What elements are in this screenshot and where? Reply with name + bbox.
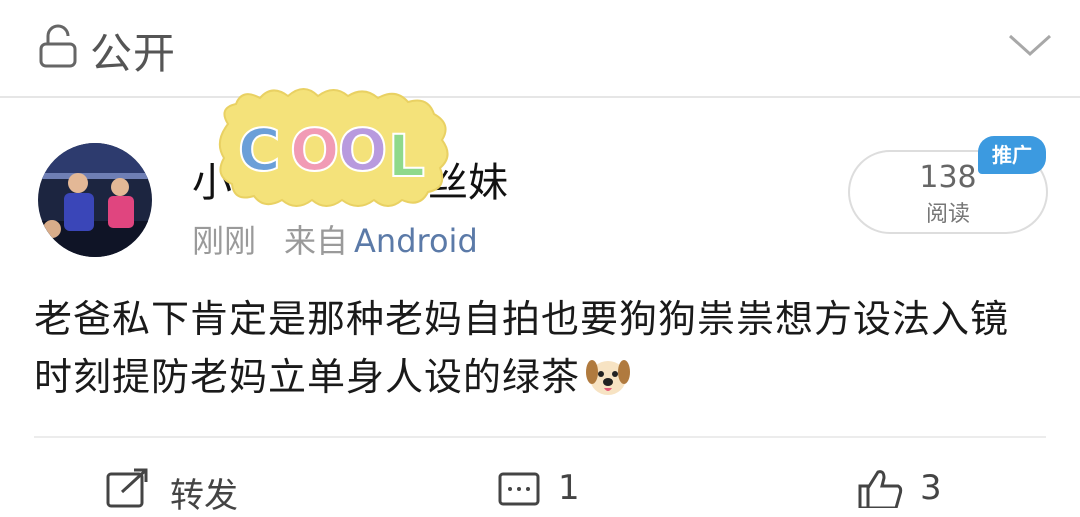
lock-icon [39, 24, 77, 68]
cool-sticker: C O O L [218, 88, 449, 207]
read-label: 阅读 [925, 202, 970, 227]
comment-button[interactable]: 1 [496, 464, 616, 508]
repost-label: 转发 [170, 476, 238, 516]
sticker-letter-o1: O [290, 116, 339, 184]
like-count: 3 [920, 468, 942, 508]
thumbs-up-icon [858, 470, 903, 508]
comment-icon [498, 472, 540, 506]
promo-badge[interactable]: 推广 [978, 136, 1046, 174]
source-link[interactable]: Android [354, 222, 478, 260]
actions-divider [34, 436, 1046, 438]
privacy-header[interactable]: 公开 [0, 0, 1080, 96]
avatar[interactable] [38, 143, 152, 257]
sticker-letter-o2: O [338, 116, 387, 184]
sticker-letter-c: C [238, 116, 281, 184]
like-button[interactable]: 3 [856, 464, 976, 508]
header-divider [0, 96, 1080, 98]
sticker-letter-l: L [388, 122, 425, 190]
post-content: 老爸私下肯定是那种老妈自拍也要狗狗祟祟想方设法入镜时刻提防老妈立单身人设的绿茶 [34, 290, 1044, 406]
dog-face-emoji-icon [586, 360, 631, 395]
post-text: 老爸私下肯定是那种老妈自拍也要狗狗祟祟想方设法入镜时刻提防老妈立单身人设的绿茶 [34, 297, 1010, 399]
privacy-label: 公开 [90, 29, 177, 78]
post-time: 刚刚 [192, 222, 257, 260]
chevron-down-icon[interactable] [1006, 30, 1054, 60]
source-prefix: 来自 [284, 222, 349, 260]
comment-count: 1 [558, 468, 580, 508]
post-meta: 刚刚 来自 Android [192, 216, 478, 262]
repost-button[interactable]: 转发 [104, 464, 304, 516]
repost-icon [106, 468, 148, 508]
